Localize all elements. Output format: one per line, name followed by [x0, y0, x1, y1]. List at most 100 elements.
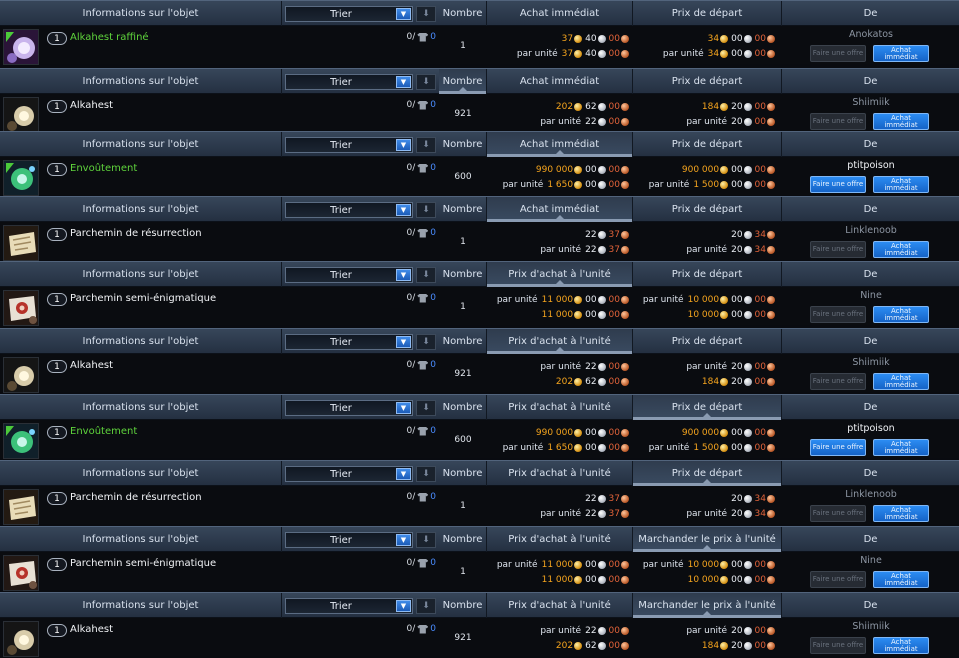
header-count[interactable]: Nombre — [439, 132, 487, 157]
header-count[interactable]: Nombre — [439, 527, 487, 552]
sort-dropdown[interactable]: Trier ▼ — [285, 74, 413, 90]
make-offer-button[interactable]: Faire une offre — [810, 45, 866, 62]
sort-dropdown[interactable]: Trier ▼ — [285, 334, 413, 350]
chevron-down-icon[interactable]: ▼ — [396, 534, 411, 546]
sort-direction-icon[interactable]: ⬇ — [416, 6, 436, 22]
header-buyout-price[interactable]: Achat immédiat — [487, 1, 633, 26]
seller-name[interactable]: Shiimiik — [783, 357, 959, 368]
header-starting-price[interactable]: Marchander le prix à l'unité — [633, 593, 782, 618]
make-offer-button[interactable]: Faire une offre — [810, 571, 866, 588]
item-name[interactable]: Parchemin de résurrection — [70, 492, 202, 503]
chevron-down-icon[interactable]: ▼ — [396, 336, 411, 348]
header-seller[interactable]: De — [782, 262, 959, 287]
sort-dropdown[interactable]: Trier ▼ — [285, 267, 413, 283]
sort-direction-icon[interactable]: ⬇ — [416, 400, 436, 416]
buy-now-button[interactable]: Achat immédiat — [873, 241, 929, 258]
make-offer-button[interactable]: Faire une offre — [810, 439, 866, 456]
seller-name[interactable]: Shiimiik — [783, 621, 959, 632]
make-offer-button[interactable]: Faire une offre — [810, 373, 866, 390]
make-offer-button[interactable]: Faire une offre — [810, 113, 866, 130]
header-starting-price[interactable]: Marchander le prix à l'unité — [633, 527, 782, 552]
sort-direction-icon[interactable]: ⬇ — [416, 202, 436, 218]
buy-now-button[interactable]: Achat immédiat — [873, 113, 929, 130]
header-seller[interactable]: De — [782, 395, 959, 420]
chevron-down-icon[interactable]: ▼ — [396, 269, 411, 281]
make-offer-button[interactable]: Faire une offre — [810, 637, 866, 654]
chevron-down-icon[interactable]: ▼ — [396, 468, 411, 480]
chevron-down-icon[interactable]: ▼ — [396, 600, 411, 612]
header-buyout-price[interactable]: Prix d'achat à l'unité — [487, 395, 633, 420]
header-seller[interactable]: De — [782, 197, 959, 222]
header-seller[interactable]: De — [782, 593, 959, 618]
item-name[interactable]: Envoûtement — [70, 163, 137, 174]
header-count[interactable]: Nombre — [439, 329, 487, 354]
header-seller[interactable]: De — [782, 461, 959, 486]
buy-now-button[interactable]: Achat immédiat — [873, 373, 929, 390]
auction-row[interactable]: 1 Alkahest 0/0 921 par unité 22 00 202 62 00 par u… — [0, 354, 959, 393]
header-item-info[interactable]: Informations sur l'objet — [0, 262, 282, 287]
chevron-down-icon[interactable]: ▼ — [396, 8, 411, 20]
make-offer-button[interactable]: Faire une offre — [810, 505, 866, 522]
header-count[interactable]: Nombre — [439, 395, 487, 420]
chevron-down-icon[interactable]: ▼ — [396, 76, 411, 88]
buy-now-button[interactable]: Achat immédiat — [873, 45, 929, 62]
auction-row[interactable]: 1 Envoûtement 0/0 600 990 000 00 00 par unité 1 … — [0, 420, 959, 459]
header-buyout-price[interactable]: Prix d'achat à l'unité — [487, 593, 633, 618]
header-starting-price[interactable]: Prix de départ — [633, 132, 782, 157]
header-buyout-price[interactable]: Achat immédiat — [487, 197, 633, 222]
seller-name[interactable]: Shiimiik — [783, 97, 959, 108]
buy-now-button[interactable]: Achat immédiat — [873, 306, 929, 323]
seller-name[interactable]: ptitpoison — [783, 423, 959, 434]
header-count[interactable]: Nombre — [439, 1, 487, 26]
header-item-info[interactable]: Informations sur l'objet — [0, 461, 282, 486]
header-buyout-price[interactable]: Achat immédiat — [487, 132, 633, 157]
seller-name[interactable]: Nine — [783, 290, 959, 301]
sort-direction-icon[interactable]: ⬇ — [416, 532, 436, 548]
header-seller[interactable]: De — [782, 527, 959, 552]
auction-row[interactable]: 1 Alkahest raffiné 0/0 1 37 40 00 par unité 37 40… — [0, 26, 959, 65]
header-starting-price[interactable]: Prix de départ — [633, 262, 782, 287]
chevron-down-icon[interactable]: ▼ — [396, 139, 411, 151]
sort-dropdown[interactable]: Trier ▼ — [285, 202, 413, 218]
buy-now-button[interactable]: Achat immédiat — [873, 637, 929, 654]
auction-row[interactable]: 1 Envoûtement 0/0 600 990 000 00 00 par unité 1 … — [0, 157, 959, 196]
header-count[interactable]: Nombre — [439, 593, 487, 618]
sort-dropdown[interactable]: Trier ▼ — [285, 598, 413, 614]
header-count[interactable]: Nombre — [439, 461, 487, 486]
chevron-down-icon[interactable]: ▼ — [396, 402, 411, 414]
make-offer-button[interactable]: Faire une offre — [810, 241, 866, 258]
sort-dropdown[interactable]: Trier ▼ — [285, 137, 413, 153]
seller-name[interactable]: Anokatos — [783, 29, 959, 40]
header-count[interactable]: Nombre — [439, 262, 487, 287]
item-name[interactable]: Parchemin semi-énigmatique — [70, 558, 216, 569]
header-item-info[interactable]: Informations sur l'objet — [0, 1, 282, 26]
auction-row[interactable]: 1 Parchemin de résurrection 0/0 1 22 37 par un… — [0, 486, 959, 525]
header-item-info[interactable]: Informations sur l'objet — [0, 527, 282, 552]
header-buyout-price[interactable]: Prix d'achat à l'unité — [487, 329, 633, 354]
header-buyout-price[interactable]: Achat immédiat — [487, 69, 633, 94]
item-name[interactable]: Parchemin semi-énigmatique — [70, 293, 216, 304]
auction-row[interactable]: 1 Alkahest 0/0 921 par unité 22 00 202 62 00 par u… — [0, 618, 959, 657]
sort-direction-icon[interactable]: ⬇ — [416, 466, 436, 482]
sort-dropdown[interactable]: Trier ▼ — [285, 400, 413, 416]
buy-now-button[interactable]: Achat immédiat — [873, 176, 929, 193]
seller-name[interactable]: Linklenoob — [783, 225, 959, 236]
header-item-info[interactable]: Informations sur l'objet — [0, 132, 282, 157]
header-starting-price[interactable]: Prix de départ — [633, 395, 782, 420]
header-item-info[interactable]: Informations sur l'objet — [0, 197, 282, 222]
header-seller[interactable]: De — [782, 69, 959, 94]
make-offer-button[interactable]: Faire une offre — [810, 176, 866, 193]
header-item-info[interactable]: Informations sur l'objet — [0, 593, 282, 618]
header-buyout-price[interactable]: Prix d'achat à l'unité — [487, 461, 633, 486]
header-item-info[interactable]: Informations sur l'objet — [0, 329, 282, 354]
header-seller[interactable]: De — [782, 329, 959, 354]
sort-direction-icon[interactable]: ⬇ — [416, 74, 436, 90]
sort-direction-icon[interactable]: ⬇ — [416, 598, 436, 614]
sort-dropdown[interactable]: Trier ▼ — [285, 466, 413, 482]
header-starting-price[interactable]: Prix de départ — [633, 1, 782, 26]
sort-dropdown[interactable]: Trier ▼ — [285, 532, 413, 548]
auction-row[interactable]: 1 Parchemin semi-énigmatique 0/0 1 par unité… — [0, 287, 959, 326]
auction-row[interactable]: 1 Alkahest 0/0 921 202 62 00 par unité 22 00 184 20… — [0, 94, 959, 133]
header-starting-price[interactable]: Prix de départ — [633, 461, 782, 486]
header-starting-price[interactable]: Prix de départ — [633, 69, 782, 94]
